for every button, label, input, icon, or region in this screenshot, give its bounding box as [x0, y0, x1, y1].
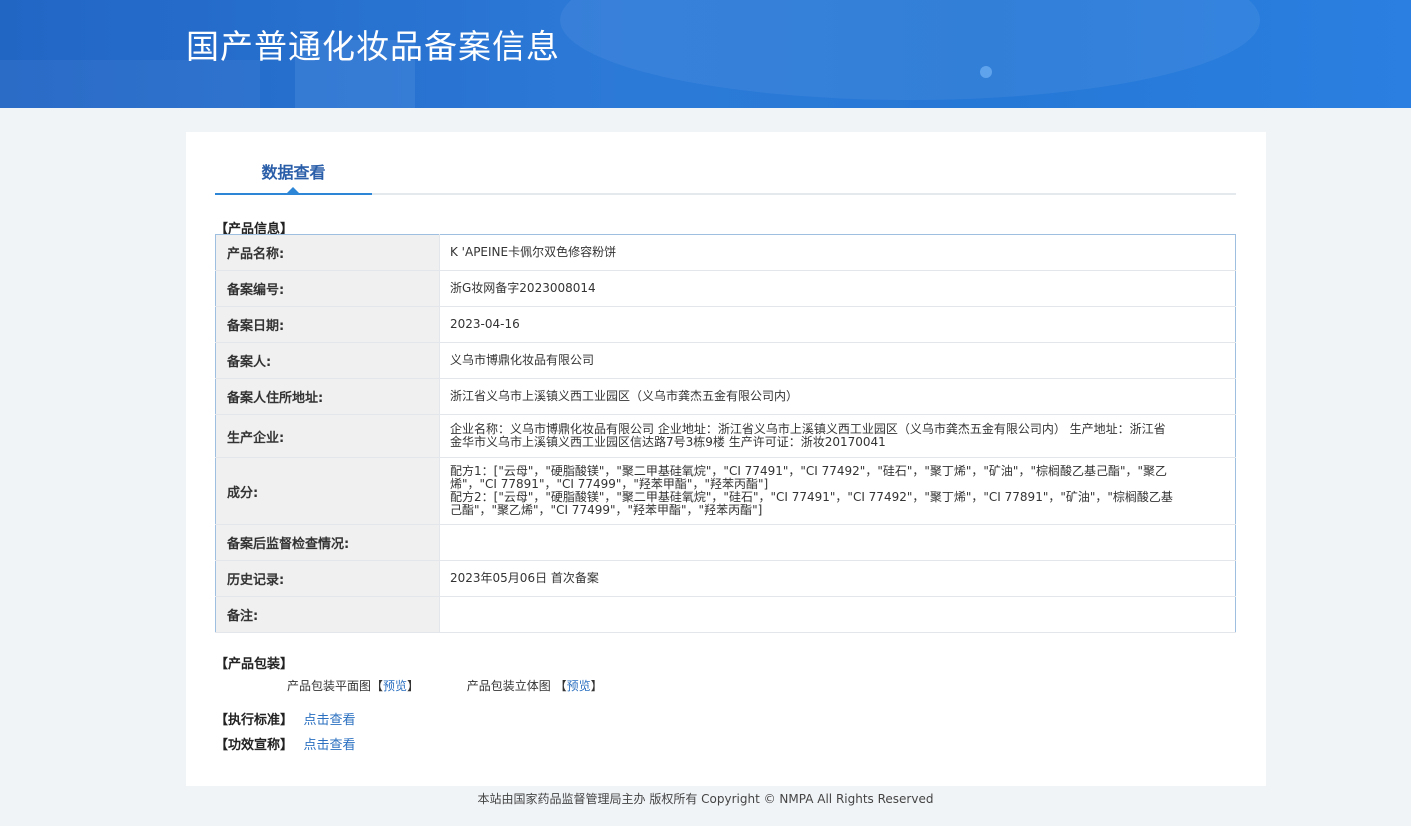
bracket: 】 — [590, 679, 603, 693]
packaging-label: 【产品包装】 — [215, 657, 294, 672]
standard-view-link[interactable]: 点击查看 — [304, 713, 356, 728]
manufacturer-value: 企业名称：义乌市博鼎化妆品有限公司 企业地址：浙江省义乌市上溪镇义西工业园区（义… — [439, 414, 1236, 458]
table-row: 历史记录: 2023年05月06日 首次备案 — [215, 560, 1236, 597]
standard-label: 【执行标准】 — [215, 713, 294, 728]
table-row: 成分: 配方1：["云母"，"硬脂酸镁"，"聚二甲基硅氧烷"，"CI 77491… — [215, 457, 1236, 525]
filing-date-value: 2023-04-16 — [439, 306, 1236, 343]
formula-1-text: 配方1：["云母"，"硬脂酸镁"，"聚二甲基硅氧烷"，"CI 77491"，"C… — [450, 464, 1168, 491]
product-name-value: K 'APEINE卡佩尔双色修容粉饼 — [439, 234, 1236, 271]
page-title: 国产普通化妆品备案信息 — [186, 27, 560, 66]
stereo-image-preview-link[interactable]: 预览 — [567, 679, 591, 693]
row-key: 备案人住所地址: — [215, 378, 440, 415]
table-row: 产品名称: K 'APEINE卡佩尔双色修容粉饼 — [215, 234, 1236, 271]
table-row: 备案后监督检查情况: — [215, 524, 1236, 561]
row-key: 备注: — [215, 596, 440, 633]
table-row: 备案人: 义乌市博鼎化妆品有限公司 — [215, 342, 1236, 379]
standard-row: 【执行标准】 点击查看 — [215, 709, 356, 728]
content-card: 数据查看 【产品信息】 产品名称: K 'APEINE卡佩尔双色修容粉饼 备案编… — [186, 132, 1266, 786]
row-key: 备案人: — [215, 342, 440, 379]
packaging-links: 产品包装平面图【预览】 产品包装立体图 【预览】 — [287, 677, 603, 694]
efficacy-view-link[interactable]: 点击查看 — [304, 738, 356, 753]
row-key: 备案编号: — [215, 270, 440, 307]
row-key: 历史记录: — [215, 560, 440, 597]
table-row: 生产企业: 企业名称：义乌市博鼎化妆品有限公司 企业地址：浙江省义乌市上溪镇义西… — [215, 414, 1236, 458]
table-row: 备案人住所地址: 浙江省义乌市上溪镇义西工业园区（义乌市龚杰五金有限公司内） — [215, 378, 1236, 415]
remarks-value — [439, 596, 1236, 633]
filing-number-value: 浙G妆网备字2023008014 — [439, 270, 1236, 307]
table-row: 备案日期: 2023-04-16 — [215, 306, 1236, 343]
header-decoration — [560, 0, 1260, 100]
filer-address-value: 浙江省义乌市上溪镇义西工业园区（义乌市龚杰五金有限公司内） — [439, 378, 1236, 415]
row-key: 备案日期: — [215, 306, 440, 343]
product-info-table: 产品名称: K 'APEINE卡佩尔双色修容粉饼 备案编号: 浙G妆网备字202… — [215, 234, 1236, 633]
bracket: 【 — [371, 679, 384, 693]
post-filing-inspection-value — [439, 524, 1236, 561]
header-decoration — [980, 66, 992, 78]
footer-copyright: 本站由国家药品监督管理局主办 版权所有 Copyright © NMPA All… — [477, 792, 934, 806]
row-key: 产品名称: — [215, 234, 440, 271]
row-key: 备案后监督检查情况: — [215, 524, 440, 561]
caret-up-icon — [287, 187, 299, 193]
flat-image-label: 产品包装平面图 — [287, 679, 372, 693]
filer-value: 义乌市博鼎化妆品有限公司 — [439, 342, 1236, 379]
table-row: 备注: — [215, 596, 1236, 633]
tab-active-underline — [215, 193, 372, 195]
formula-2-text: 配方2：["云母"，"硬脂酸镁"，"聚二甲基硅氧烷"，"硅石"，"CI 7749… — [450, 490, 1173, 517]
bracket: 【 — [554, 679, 567, 693]
history-value: 2023年05月06日 首次备案 — [439, 560, 1236, 597]
table-row: 备案编号: 浙G妆网备字2023008014 — [215, 270, 1236, 307]
tab-bar: 数据查看 — [215, 154, 1236, 195]
bracket: 】 — [407, 679, 420, 693]
ingredients-value: 配方1：["云母"，"硬脂酸镁"，"聚二甲基硅氧烷"，"CI 77491"，"C… — [439, 457, 1236, 525]
row-key: 生产企业: — [215, 414, 440, 458]
flat-image-preview-link[interactable]: 预览 — [383, 679, 407, 693]
page-header: 国产普通化妆品备案信息 — [0, 0, 1411, 108]
efficacy-row: 【功效宣称】 点击查看 — [215, 734, 356, 753]
row-key: 成分: — [215, 457, 440, 525]
stereo-image-label: 产品包装立体图 — [466, 679, 551, 693]
efficacy-label: 【功效宣称】 — [215, 738, 294, 753]
